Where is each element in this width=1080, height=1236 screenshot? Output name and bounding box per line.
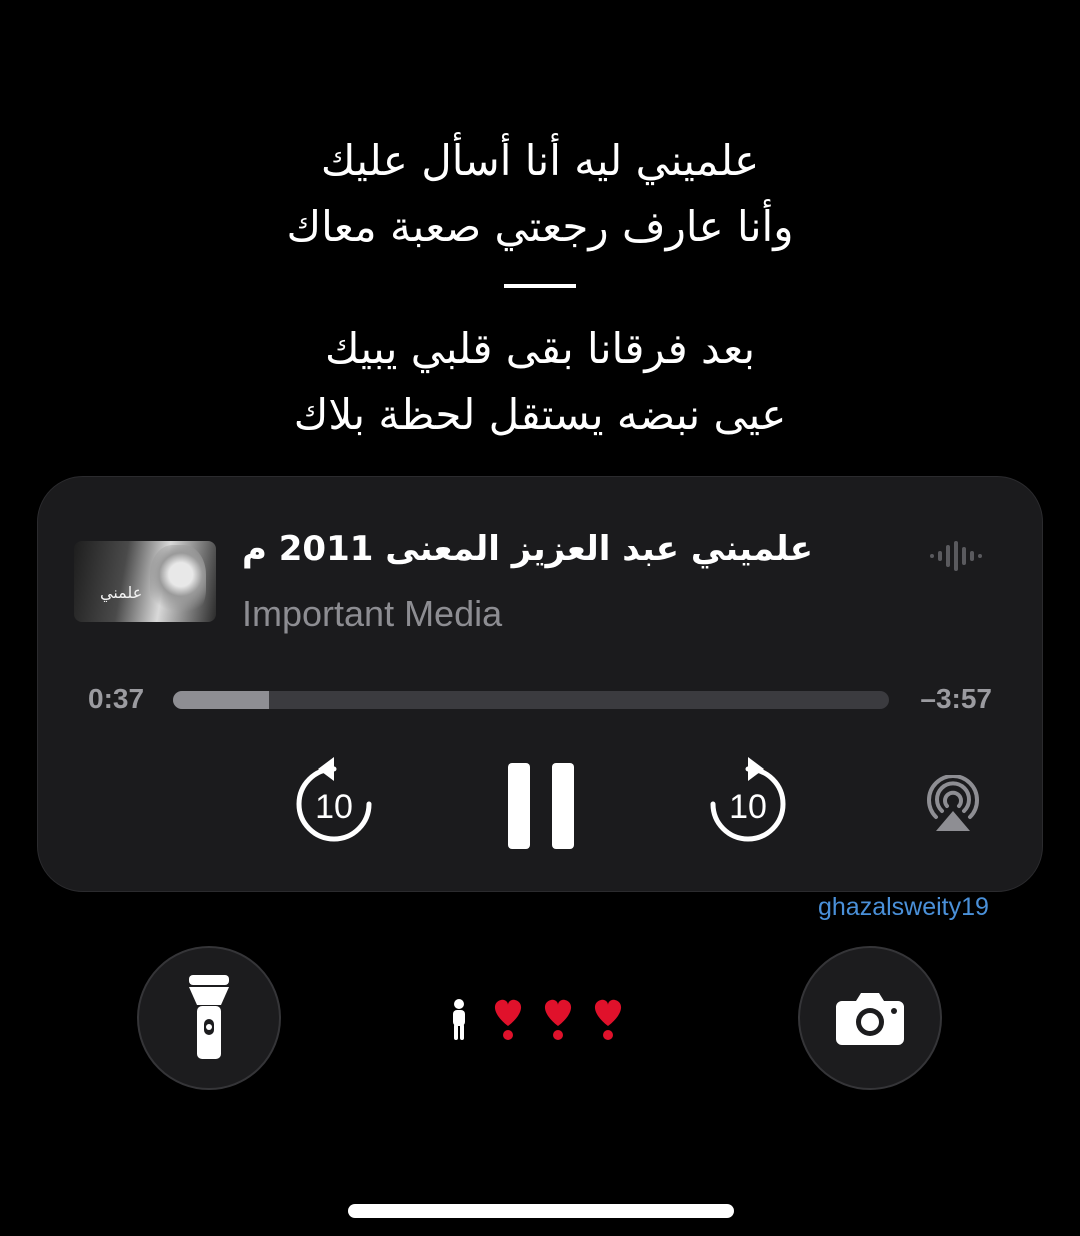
skip-back-seconds: 10 xyxy=(315,788,353,826)
airplay-icon[interactable] xyxy=(924,775,982,833)
heart-icon xyxy=(544,999,572,1040)
camera-button[interactable] xyxy=(798,946,942,1090)
lyric-line: بعد فرقانا بقى قلبي يبيك xyxy=(324,324,756,373)
lyric-divider xyxy=(504,284,576,288)
goforward-10-icon[interactable]: 10 xyxy=(708,752,788,844)
skip-forward-seconds: 10 xyxy=(729,788,767,826)
elapsed-time: 0:37 xyxy=(88,683,145,714)
pause-icon[interactable] xyxy=(508,763,574,849)
remaining-time: –3:57 xyxy=(920,683,992,714)
scrubber-progress xyxy=(173,691,269,709)
track-title: علميني عبد العزيز المعنى 2011 م xyxy=(242,529,813,569)
album-artwork[interactable]: علمني xyxy=(74,541,216,622)
lock-screen: علميني ليه أنا أسأل عليك وأنا عارف رجعتي… xyxy=(0,0,1080,1236)
lyric-line: وأنا عارف رجعتي صعبة معاك xyxy=(286,202,794,251)
lyric-line: علميني ليه أنا أسأل عليك xyxy=(320,136,760,185)
camera-icon xyxy=(836,993,904,1045)
status-icons xyxy=(453,999,622,1040)
home-indicator[interactable] xyxy=(348,1204,734,1218)
playback-scrubber[interactable] xyxy=(173,691,889,709)
flashlight-button[interactable] xyxy=(137,946,281,1090)
flashlight-icon xyxy=(189,975,229,1059)
artwork-figure xyxy=(150,545,206,619)
waveform-icon xyxy=(930,541,982,571)
heart-icon xyxy=(494,999,522,1040)
lyrics-overlay: علميني ليه أنا أسأل عليك وأنا عارف رجعتي… xyxy=(0,128,1080,448)
track-subtitle: Important Media xyxy=(242,593,503,634)
username-watermark: ghazalsweity19 xyxy=(818,893,989,921)
lyric-line: عيى نبضه يستقل لحظة بلاك xyxy=(293,390,787,439)
gobackward-10-icon[interactable]: 10 xyxy=(294,752,374,844)
heart-icon xyxy=(594,999,622,1040)
person-icon xyxy=(453,999,465,1040)
artwork-text: علمني xyxy=(100,583,143,602)
now-playing-widget[interactable]: علمني علميني عبد العزيز المعنى 2011 م Im… xyxy=(37,476,1043,892)
